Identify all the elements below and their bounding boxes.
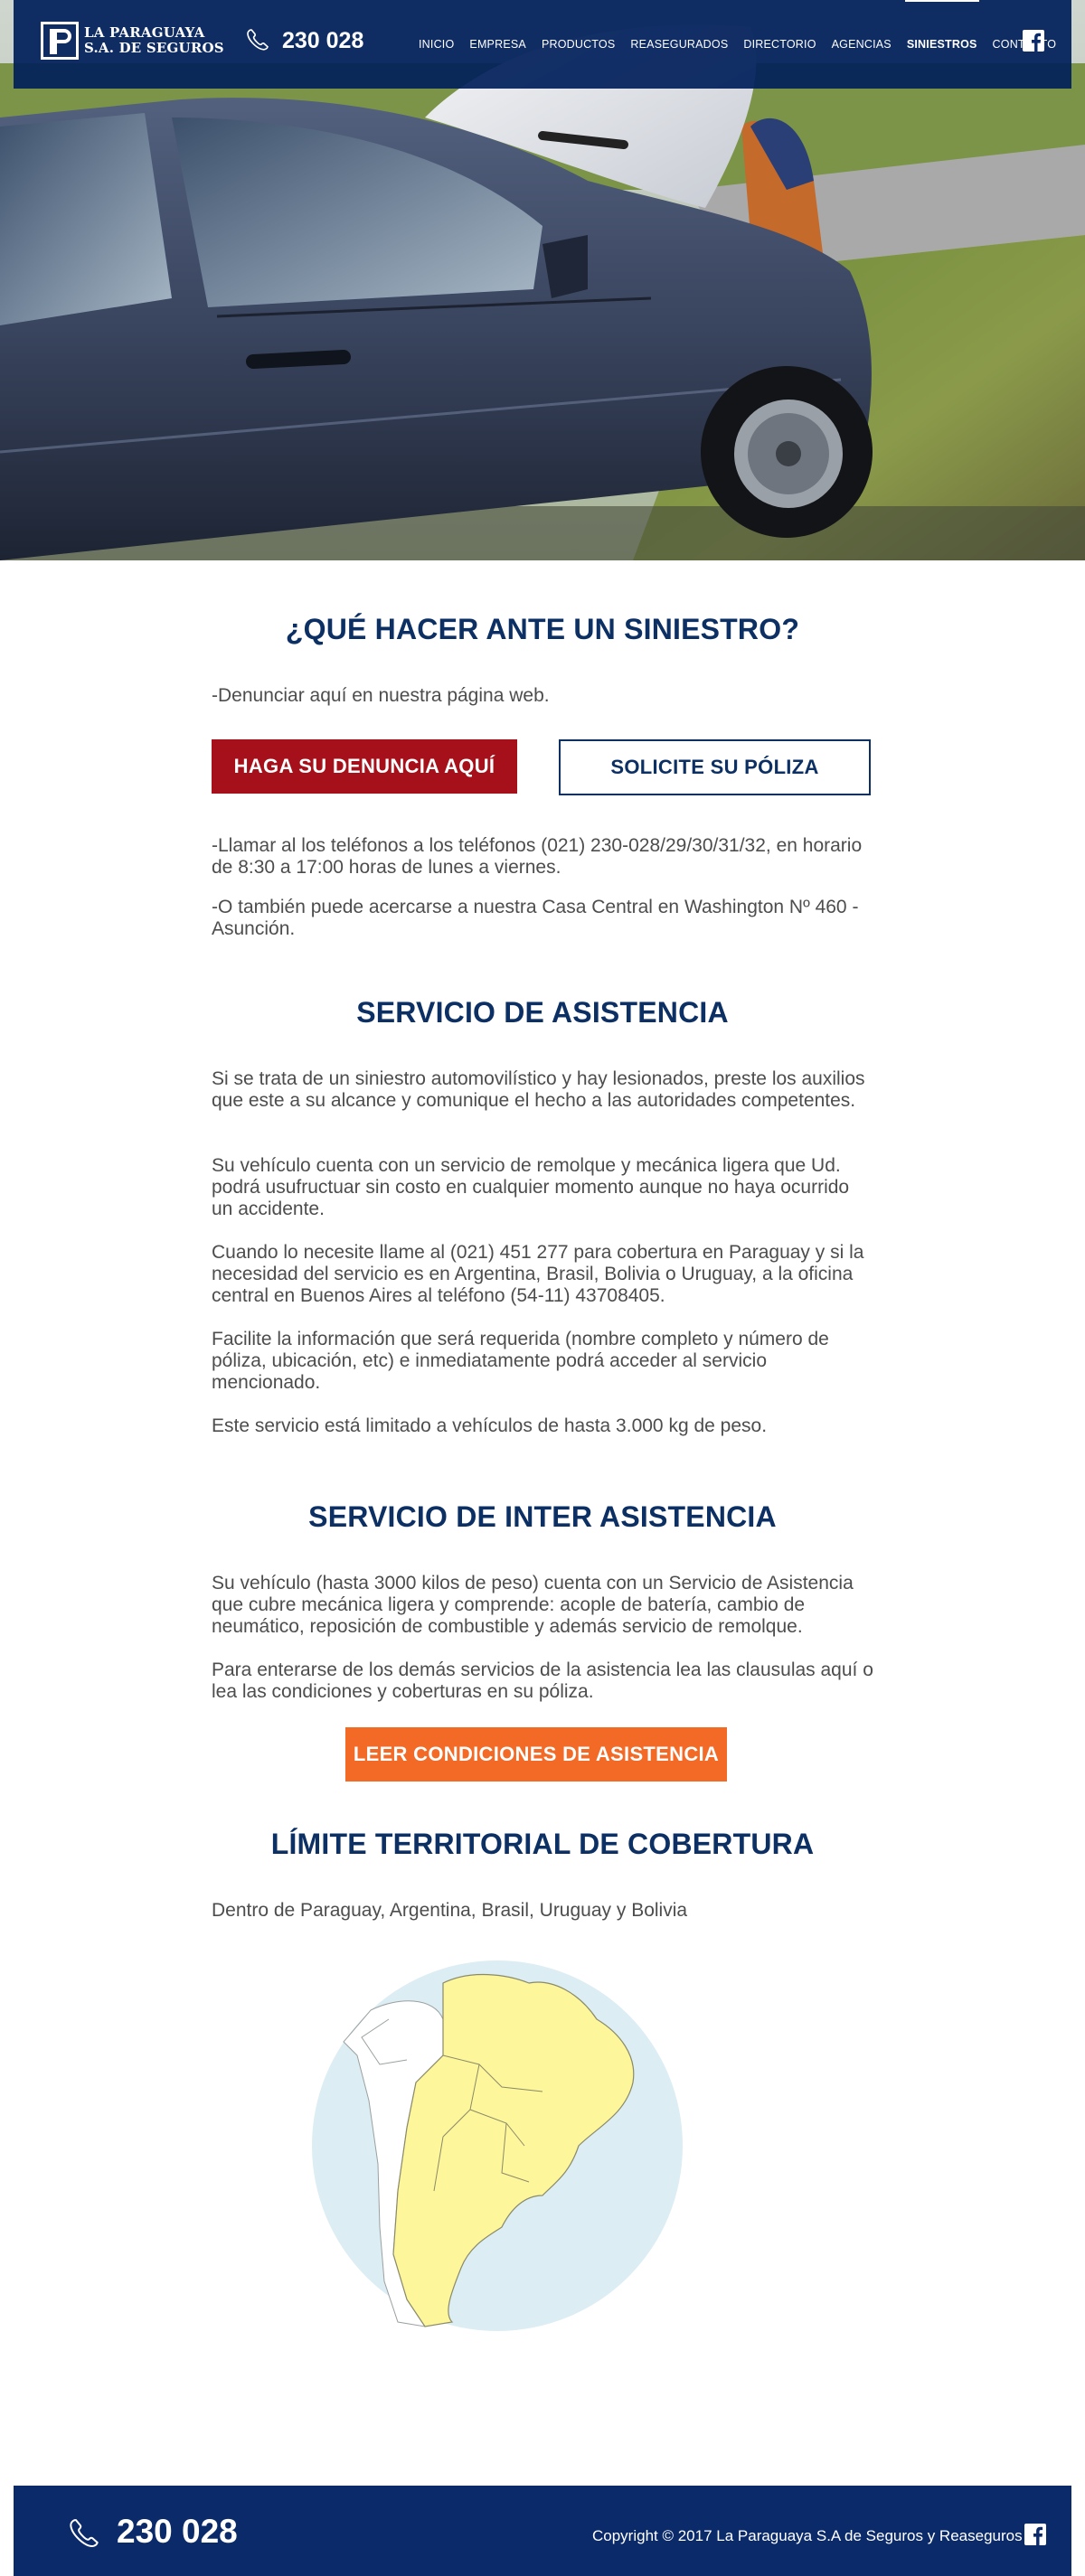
logo-line-2: S.A. DE SEGUROS — [84, 40, 224, 56]
coverage-countries-text: Dentro de Paraguay, Argentina, Brasil, U… — [212, 1900, 688, 1921]
footer-phone-number[interactable]: 230 028 — [117, 2513, 238, 2551]
phone-hours-text: -Llamar al los teléfonos a los teléfonos… — [212, 835, 863, 878]
inter-asistencia-paragraph-2: Para enterarse de los demás servicios de… — [212, 1659, 873, 1702]
asistencia-paragraph-1: Si se trata de un siniestro automovilíst… — [212, 1068, 865, 1111]
site-footer: 230 028 Copyright © 2017 La Paraguaya S.… — [14, 2486, 1071, 2576]
phone-icon — [70, 2519, 99, 2547]
nav-item-reasegurados[interactable]: REASEGURADOS — [630, 0, 728, 89]
solicite-poliza-button[interactable]: SOLICITE SU PÓLIZA — [559, 739, 871, 795]
facebook-icon[interactable] — [1024, 2524, 1046, 2545]
asistencia-paragraph-5: Este servicio está limitado a vehículos … — [212, 1415, 768, 1436]
intro-text: -Denunciar aquí en nuestra página web. — [212, 685, 550, 706]
nav-item-inicio[interactable]: INICIO — [419, 0, 454, 89]
section-title-inter-asistencia: SERVICIO DE INTER ASISTENCIA — [308, 1500, 777, 1533]
coverage-map — [312, 1960, 683, 2331]
main-nav: INICIO EMPRESA PRODUCTOS REASEGURADOS DI… — [419, 0, 1071, 89]
nav-item-agencias[interactable]: AGENCIAS — [832, 0, 892, 89]
logo-line-1: LA PARAGUAYA — [84, 24, 205, 41]
section-title-asistencia: SERVICIO DE ASISTENCIA — [356, 996, 729, 1029]
header-phone-number: 230 028 — [282, 27, 364, 53]
site-logo[interactable]: LA PARAGUAYA S.A. DE SEGUROS — [41, 22, 224, 60]
site-header: LA PARAGUAYA S.A. DE SEGUROS 230 028 INI… — [14, 0, 1071, 89]
leer-condiciones-button[interactable]: LEER CONDICIONES DE ASISTENCIA — [345, 1727, 727, 1782]
asistencia-paragraph-2: Su vehículo cuenta con un servicio de re… — [212, 1155, 850, 1219]
casa-central-text: -O también puede acercarse a nuestra Cas… — [212, 897, 859, 939]
logo-text: LA PARAGUAYA S.A. DE SEGUROS — [84, 25, 224, 56]
section-title-limite-territorial: LÍMITE TERRITORIAL DE COBERTURA — [270, 1828, 815, 1860]
inter-asistencia-paragraph-1: Su vehículo (hasta 3000 kilos de peso) c… — [212, 1573, 854, 1637]
header-phone[interactable]: 230 028 — [244, 27, 363, 54]
denuncia-button[interactable]: HAGA SU DENUNCIA AQUÍ — [212, 739, 517, 794]
asistencia-paragraph-4: Facilite la información que será requeri… — [212, 1329, 829, 1393]
nav-item-productos[interactable]: PRODUCTOS — [542, 0, 615, 89]
phone-icon — [247, 29, 269, 51]
asistencia-paragraph-3: Cuando lo necesite llame al (021) 451 27… — [212, 1242, 864, 1306]
nav-item-empresa[interactable]: EMPRESA — [469, 0, 526, 89]
logo-mark-icon — [41, 22, 79, 60]
nav-item-directorio[interactable]: DIRECTORIO — [743, 0, 816, 89]
facebook-icon[interactable] — [1023, 30, 1044, 52]
copyright-text: Copyright © 2017 La Paraguaya S.A de Seg… — [592, 2527, 1023, 2544]
section-title-siniestro: ¿QUÉ HACER ANTE UN SINIESTRO? — [285, 613, 800, 645]
nav-item-siniestros[interactable]: SINIESTROS — [904, 0, 979, 89]
